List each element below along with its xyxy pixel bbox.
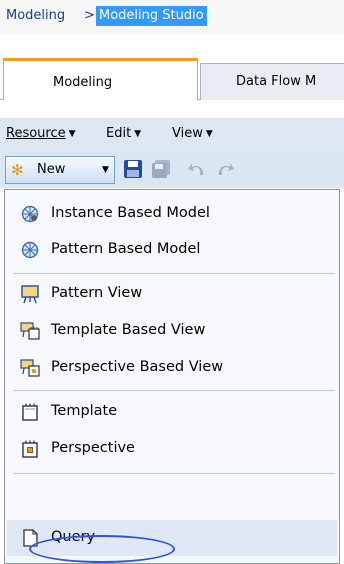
menu-view[interactable]: View ▼ — [172, 126, 213, 141]
menu-item-pattern-view[interactable]: Pattern View — [10, 276, 330, 312]
menu-item-pattern-based-model[interactable]: Pattern Based Model — [10, 232, 330, 268]
breadcrumb: Modeling > Modeling Studio — [0, 0, 344, 34]
menu-edit-label: Edit — [106, 126, 132, 141]
new-icon: ✻ — [11, 161, 24, 179]
menu-item-perspective-based-view[interactable]: Perspective Based View — [10, 350, 330, 386]
menu-item-label: Perspective Based View — [51, 359, 224, 375]
menu-divider — [13, 390, 335, 391]
new-button[interactable]: ✻ New ▼ — [5, 156, 115, 184]
breadcrumb-parent-link[interactable]: Modeling — [6, 8, 65, 23]
chevron-down-icon: ▼ — [102, 165, 109, 175]
new-dropdown-menu: Instance Based Model Pattern Based Model… — [4, 189, 340, 564]
menu-item-instance-based-model[interactable]: Instance Based Model — [10, 196, 330, 232]
perspective-icon — [20, 439, 40, 459]
template-icon — [20, 402, 40, 422]
instance-model-icon — [20, 204, 40, 224]
menu-item-label: Pattern View — [51, 285, 143, 301]
menu-item-label: Template Based View — [51, 322, 206, 338]
menu-divider — [13, 273, 335, 274]
menu-view-label: View — [172, 126, 203, 141]
menu-item-perspective[interactable]: Perspective — [10, 431, 330, 467]
menu-item-template-based-view[interactable]: Template Based View — [10, 313, 330, 349]
template-view-icon — [20, 321, 40, 341]
tab-data-flow[interactable]: Data Flow M — [200, 63, 344, 100]
save-all-icon[interactable] — [150, 158, 172, 180]
chevron-down-icon: ▼ — [205, 128, 213, 139]
chevron-down-icon: ▼ — [68, 128, 76, 139]
menu-resource[interactable]: Resource ▼ — [6, 126, 76, 141]
redo-icon[interactable] — [214, 158, 236, 180]
menu-item-label: Perspective — [51, 440, 135, 456]
perspective-view-icon — [20, 358, 40, 378]
new-button-label: New — [37, 162, 66, 177]
chevron-down-icon: ▼ — [134, 128, 142, 139]
tab-modeling-label: Modeling — [53, 75, 113, 90]
pattern-model-icon — [20, 240, 40, 260]
tab-data-flow-label: Data Flow M — [236, 74, 317, 89]
highlight-ellipse — [29, 535, 175, 563]
pattern-view-icon — [20, 284, 40, 304]
menu-edit[interactable]: Edit ▼ — [106, 126, 141, 141]
undo-icon[interactable] — [186, 158, 208, 180]
save-icon[interactable] — [122, 158, 144, 180]
menu-divider — [13, 473, 335, 474]
menu-item-label: Template — [51, 403, 118, 419]
breadcrumb-separator: > — [84, 8, 95, 23]
menu-resource-label: Resource — [6, 126, 66, 141]
menu-item-label: Pattern Based Model — [51, 241, 201, 257]
menu-item-label: Instance Based Model — [51, 205, 210, 221]
menu-item-template[interactable]: Template — [10, 394, 330, 430]
breadcrumb-current: Modeling Studio — [96, 6, 207, 26]
tab-modeling[interactable]: Modeling — [3, 58, 198, 100]
